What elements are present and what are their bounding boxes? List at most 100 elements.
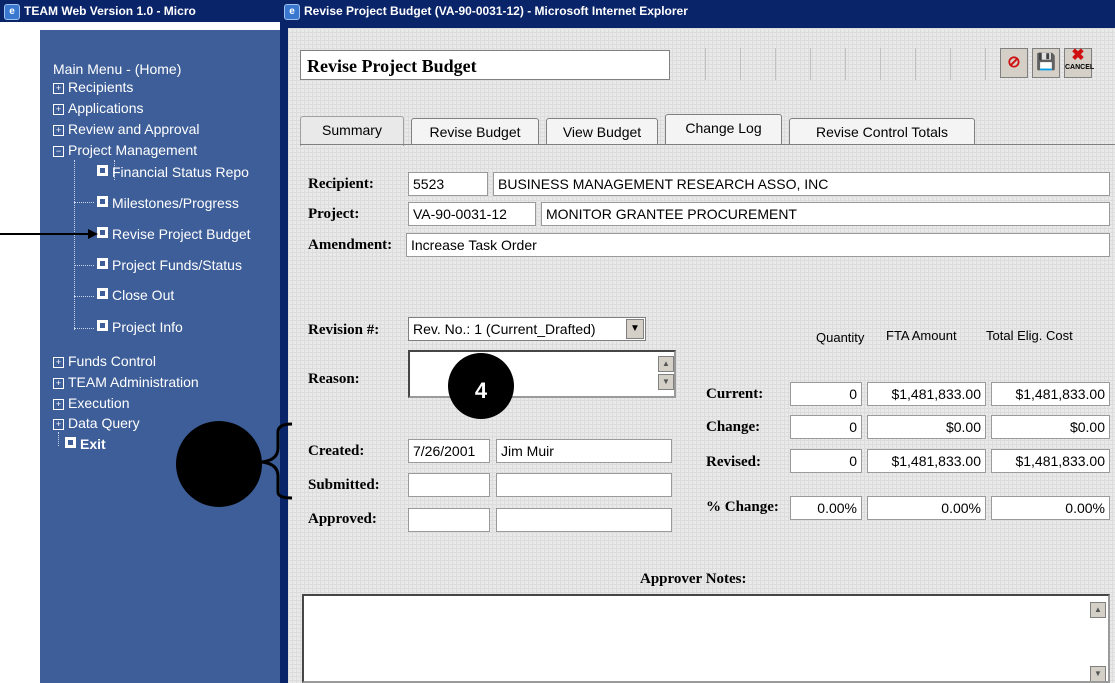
revision-select-value: Rev. No.: 1 (Current_Drafted) (413, 321, 596, 337)
revised-total-elig-cost-field[interactable]: $1,481,833.00 (991, 449, 1110, 473)
tab-revise-budget[interactable]: Revise Budget (411, 118, 539, 144)
menu-project-management[interactable]: − Project Management (53, 142, 197, 159)
page-title: Revise Project Budget (300, 50, 670, 80)
menu-applications[interactable]: + Applications (53, 100, 144, 117)
revised-fta-amount-field[interactable]: $1,481,833.00 (867, 449, 986, 473)
save-icon: 💾 (1036, 54, 1056, 71)
annotation-number-badge: 4 (448, 353, 514, 419)
revised-quantity-field[interactable]: 0 (790, 449, 862, 473)
pct-change-total-elig-cost-field[interactable]: 0.00% (991, 496, 1110, 520)
created-by-field[interactable]: Jim Muir (496, 439, 672, 463)
submitted-by-field[interactable] (496, 473, 672, 497)
recipient-label: Recipient: (308, 176, 374, 192)
approver-notes-label: Approver Notes: (640, 571, 747, 587)
recipient-name-field[interactable]: BUSINESS MANAGEMENT RESEARCH ASSO, INC (493, 172, 1110, 196)
revision-select[interactable]: Rev. No.: 1 (Current_Drafted) ▼ (408, 317, 646, 341)
cancel-button[interactable]: ✖ CANCEL (1064, 47, 1095, 78)
leaf-icon (97, 320, 108, 331)
scroll-down-icon[interactable]: ▼ (1090, 666, 1106, 681)
revise-budget-window: e Revise Project Budget (VA-90-0031-12) -… (280, 0, 1115, 683)
internet-explorer-icon: e (4, 4, 20, 20)
menu-review-approval[interactable]: + Review and Approval (53, 121, 200, 138)
current-label: Current: (706, 386, 764, 402)
expand-icon[interactable]: + (53, 419, 64, 430)
menu-milestones-progress[interactable]: Milestones/Progress (97, 195, 239, 212)
total-elig-cost-header: Total Elig. Cost (986, 328, 1073, 343)
leaf-icon (65, 437, 76, 448)
project-name-field[interactable]: MONITOR GRANTEE PROCUREMENT (541, 202, 1110, 226)
current-fta-amount-field[interactable]: $1,481,833.00 (867, 382, 986, 406)
internet-explorer-icon: e (284, 4, 300, 20)
scroll-down-icon[interactable]: ▼ (658, 374, 674, 390)
scroll-up-icon[interactable]: ▲ (1090, 602, 1106, 618)
team-window-title: TEAM Web Version 1.0 - Micro (24, 4, 196, 18)
no-edit-button[interactable]: ⊘ (1000, 48, 1028, 78)
menu-execution[interactable]: + Execution (53, 395, 129, 412)
pointer-arrow (0, 229, 98, 239)
current-quantity-field[interactable]: 0 (790, 382, 862, 406)
expand-icon[interactable]: + (53, 104, 64, 115)
leaf-icon (97, 288, 108, 299)
team-window: e TEAM Web Version 1.0 - Micro Main Menu … (0, 0, 290, 683)
scroll-up-icon[interactable]: ▲ (658, 356, 674, 372)
tab-change-log[interactable]: Change Log (665, 114, 782, 144)
revise-budget-titlebar: e Revise Project Budget (VA-90-0031-12) -… (280, 0, 1115, 22)
tab-revise-control-totals[interactable]: Revise Control Totals (789, 118, 975, 144)
menu-project-info[interactable]: Project Info (97, 319, 183, 336)
team-window-titlebar: e TEAM Web Version 1.0 - Micro (0, 0, 290, 22)
expand-icon[interactable]: + (53, 83, 64, 94)
change-label: Change: (706, 419, 761, 435)
revise-budget-content: Revise Project Budget ⊘ 💾 ✖ CANCEL Summa… (288, 28, 1115, 683)
menu-revise-project-budget[interactable]: Revise Project Budget (97, 226, 251, 243)
amendment-label: Amendment: (308, 237, 393, 253)
leaf-icon (97, 196, 108, 207)
expand-icon[interactable]: + (53, 357, 64, 368)
cancel-caption: CANCEL (1065, 64, 1095, 71)
approved-by-field[interactable] (496, 508, 672, 532)
current-total-elig-cost-field[interactable]: $1,481,833.00 (991, 382, 1110, 406)
amendment-field[interactable]: Increase Task Order (406, 233, 1110, 257)
no-edit-icon: ⊘ (1007, 54, 1021, 71)
chevron-down-icon[interactable]: ▼ (626, 319, 644, 339)
menu-exit[interactable]: Exit (65, 436, 106, 453)
menu-recipients[interactable]: + Recipients (53, 79, 133, 96)
approved-date-field[interactable] (408, 508, 490, 532)
tab-summary[interactable]: Summary (300, 116, 404, 146)
project-id-field[interactable]: VA-90-0031-12 (408, 202, 536, 226)
change-fta-amount-field[interactable]: $0.00 (867, 415, 986, 439)
approver-notes-textarea[interactable]: ▲ ▼ (302, 594, 1110, 683)
leaf-icon (97, 165, 108, 176)
revised-label: Revised: (706, 454, 761, 470)
created-label: Created: (308, 443, 365, 459)
menu-project-funds-status[interactable]: Project Funds/Status (97, 257, 242, 274)
pct-change-label: % Change: (706, 499, 779, 515)
menu-team-administration[interactable]: + TEAM Administration (53, 374, 199, 391)
expand-icon[interactable]: + (53, 399, 64, 410)
change-quantity-field[interactable]: 0 (790, 415, 862, 439)
menu-financial-status-report[interactable]: Financial Status Repo (97, 164, 249, 181)
cancel-icon: ✖ (1071, 47, 1085, 64)
change-total-elig-cost-field[interactable]: $0.00 (991, 415, 1110, 439)
submitted-date-field[interactable] (408, 473, 490, 497)
created-date-field[interactable]: 7/26/2001 (408, 439, 490, 463)
main-menu: Main Menu - (Home) + Recipients + Applicat… (40, 30, 280, 683)
menu-close-out[interactable]: Close Out (97, 287, 174, 304)
annotation-bracket (261, 422, 293, 500)
expand-icon[interactable]: + (53, 378, 64, 389)
menu-home[interactable]: Main Menu - (Home) (53, 61, 181, 78)
fta-amount-header: FTA Amount (886, 328, 957, 343)
revision-label: Revision #: (308, 322, 380, 338)
menu-data-query[interactable]: + Data Query (53, 415, 140, 432)
reason-label: Reason: (308, 371, 360, 387)
revise-budget-window-title: Revise Project Budget (VA-90-0031-12) - … (304, 4, 688, 18)
project-label: Project: (308, 206, 360, 222)
save-button[interactable]: 💾 (1032, 48, 1060, 78)
pct-change-fta-amount-field[interactable]: 0.00% (867, 496, 986, 520)
pct-change-quantity-field[interactable]: 0.00% (790, 496, 862, 520)
collapse-icon[interactable]: − (53, 146, 64, 157)
menu-funds-control[interactable]: + Funds Control (53, 353, 156, 370)
recipient-id-field[interactable]: 5523 (408, 172, 488, 196)
quantity-header: Quantity (816, 330, 865, 345)
tab-view-budget[interactable]: View Budget (546, 118, 658, 144)
expand-icon[interactable]: + (53, 125, 64, 136)
